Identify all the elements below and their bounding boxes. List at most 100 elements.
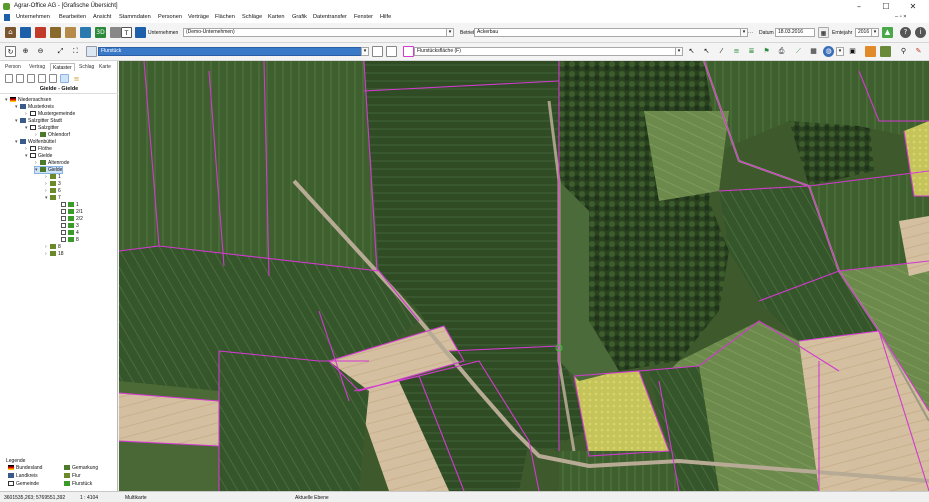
tree-item-flur-1[interactable]: › 1 [45,174,61,180]
menu-bearbeiten[interactable]: Bearbeiten [59,14,86,20]
betrieb-select[interactable]: Ackerbau [474,28,746,37]
tree-item-flurstueck-4[interactable]: 4 [61,230,79,236]
tree-item-mustergemeinde[interactable]: › Mustergemeinde [25,111,75,117]
3d-icon[interactable]: 3D [95,27,106,38]
checkbox[interactable] [61,230,66,235]
menu-personen[interactable]: Personen [158,14,182,20]
tree-item-flurstueck-8[interactable]: 8 [61,237,79,243]
info-icon[interactable]: i [915,27,926,38]
new-document-icon[interactable] [372,46,383,57]
open-document-icon[interactable] [386,46,397,57]
menu-ansicht[interactable]: Ansicht [93,14,111,20]
layer-select[interactable]: Flurstück [98,47,364,56]
layer-list-icon[interactable]: ≣ [746,46,757,57]
tree-item-flur-8[interactable]: › 8 [45,244,61,250]
print-icon[interactable]: ⎙ [776,46,787,57]
tab-vertrag[interactable]: Vertrag [27,63,47,71]
date-prev-icon[interactable]: ··· [748,30,753,36]
chevron-down-icon[interactable]: ▾ [675,47,683,56]
checkbox[interactable] [61,216,66,221]
menu-grafik[interactable]: Grafik [292,14,307,20]
mdi-window-controls[interactable]: – ▫ × [895,14,906,20]
menu-stammdaten[interactable]: Stammdaten [119,14,151,20]
display-filter-select[interactable]: Flurstücksfläche (F) [414,47,682,56]
settings-icon[interactable] [110,27,121,38]
grid-icon[interactable]: ▦ [808,46,819,57]
menu-vertraege[interactable]: Verträge [188,14,209,20]
paste-icon[interactable] [27,74,35,83]
menu-unternehmen[interactable]: Unternehmen [16,14,50,20]
checkbox[interactable] [61,202,66,207]
globe-icon[interactable]: ◍ [823,46,834,57]
fullscreen-icon[interactable]: ⛶ [70,46,81,57]
checkbox[interactable] [61,237,66,242]
edit-pointer-icon[interactable]: ↖ [701,46,712,57]
map-canvas[interactable] [119,61,929,491]
chevron-down-icon[interactable]: ▾ [740,28,748,37]
calendar-icon[interactable]: ▦ [818,27,829,38]
zoom-in-icon[interactable]: ⊕ [20,46,31,57]
tree-item-flurstueck-2-2[interactable]: 2/2 [61,216,83,222]
menu-hilfe[interactable]: Hilfe [380,14,391,20]
datum-field[interactable]: 18.03.2016 [775,28,815,37]
app-menu-icon[interactable] [4,14,10,21]
close-button[interactable]: ✕ [904,1,922,12]
tree-item-flurstueck-3[interactable]: 3 [61,223,79,229]
menu-schlaege[interactable]: Schläge [242,14,262,20]
text-frame-icon[interactable]: T [121,27,132,38]
tree-item-ohlendorf[interactable]: › Ohlendorf [35,132,70,138]
unternehmen-icon[interactable] [20,27,31,38]
chevron-down-icon[interactable]: ▾ [836,47,844,56]
pencil-icon[interactable]: ✎ [913,46,924,57]
flag-tool-icon[interactable]: ⚑ [761,46,772,57]
checkbox[interactable] [61,209,66,214]
select-pointer-icon[interactable]: ↖ [686,46,697,57]
minimize-button[interactable]: – [850,1,868,12]
tab-schlag[interactable]: Schlag [77,63,96,71]
tree-item-wolfenbuettel[interactable]: ▾ Wolfenbüttel [15,139,56,145]
tree-item-salzgitter-stadt[interactable]: ▾ Salzgitter Stadt [15,118,62,124]
menu-datentransfer[interactable]: Datentransfer [313,14,347,20]
tree-item-flurstueck-1[interactable]: 1 [61,202,79,208]
tree-item-gielde-gemeinde[interactable]: ▾ Gielde [25,153,52,159]
document-icon[interactable] [880,46,891,57]
checkbox[interactable] [61,223,66,228]
menu-flaechen[interactable]: Flächen [215,14,235,20]
zoom-extent-icon[interactable]: ⤢ [55,46,66,57]
tree-item-flur-6[interactable]: › 6 [45,188,61,194]
maximize-button[interactable]: ☐ [877,1,895,12]
chevron-down-icon[interactable]: ▾ [871,28,879,37]
menu-fenster[interactable]: Fenster [354,14,373,20]
tools-icon[interactable] [865,46,876,57]
tree-item-floethe[interactable]: › Flöthe [25,146,52,152]
weather-icon[interactable] [80,27,91,38]
home-icon[interactable]: ⌂ [5,27,16,38]
chevron-down-icon[interactable]: ▾ [446,28,454,37]
tree-item-flur-18[interactable]: › 18 [45,251,64,257]
tree-item-flurstueck-2-1[interactable]: 2/1 [61,209,83,215]
properties-icon[interactable] [38,74,46,83]
filter-icon[interactable] [49,74,57,83]
measure-icon[interactable]: ⟋ [793,46,804,57]
tab-kataster[interactable]: Kataster [50,63,75,71]
tree-item-flur-3[interactable]: › 3 [45,181,61,187]
tree-item-niedersachsen[interactable]: ▾ Niedersachsen [5,97,51,103]
tree-item-musterkreis[interactable]: ▾ Musterkreis [15,104,54,110]
tree-item-salzgitter[interactable]: ▾ Salzgitter [25,125,59,131]
aerial-map[interactable] [119,61,929,491]
pointer-icon[interactable] [60,74,69,83]
unternehmen-select[interactable]: (Demo-Unternehmen) [183,28,453,37]
zoom-out-icon[interactable]: ⊖ [35,46,46,57]
barn-icon[interactable] [50,27,61,38]
parcel-color-icon[interactable] [403,46,414,57]
tab-karte[interactable]: Karte [97,63,113,71]
layer-stack-icon[interactable]: ≡ [731,46,742,57]
help-icon[interactable]: ? [900,27,911,38]
pin-icon[interactable]: ⚲ [898,46,909,57]
tab-person[interactable]: Person [3,63,23,71]
tree-item-flur-7[interactable]: ▾ 7 [45,195,61,201]
tree-item-gielde-gemarkung[interactable]: ▾ Gielde [33,166,64,174]
copy-icon[interactable] [16,74,24,83]
menu-karten[interactable]: Karten [268,14,284,20]
image-icon[interactable]: ▣ [847,46,858,57]
